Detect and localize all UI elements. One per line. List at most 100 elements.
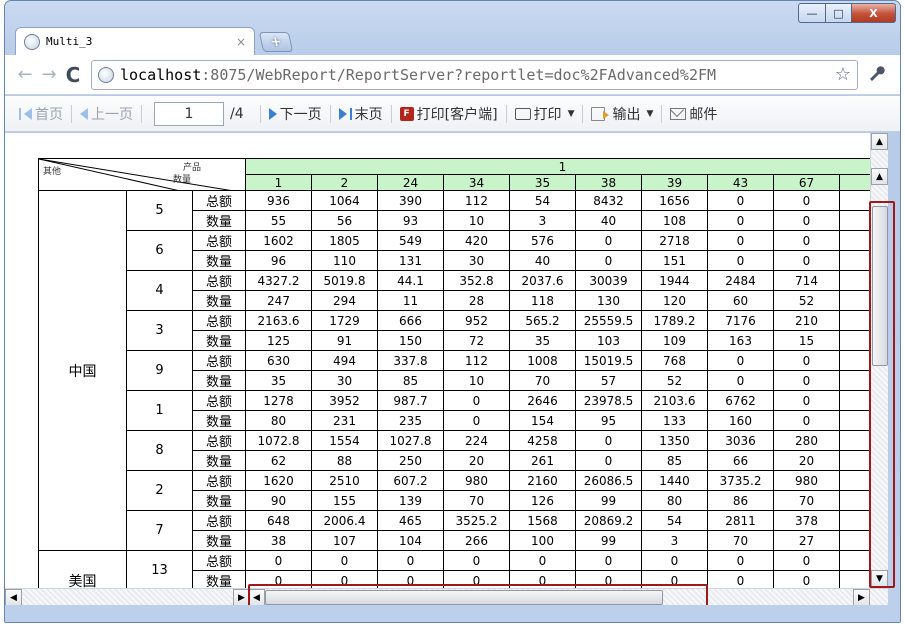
data-cell: 0 [575, 430, 642, 451]
data-cell: 0 [575, 450, 642, 471]
prev-page-button[interactable]: 上一页 [74, 104, 139, 124]
horizontal-scroll-thumb[interactable] [265, 590, 663, 605]
data-cell: 90 [245, 490, 312, 511]
data-cell: 15019.5 [575, 350, 642, 371]
data-cell: 714 [773, 270, 840, 291]
scroll-left-button-inner[interactable]: ◀ [248, 589, 265, 606]
table-row: 4 总额 4327.2 5019.8 44.1 352.8 2037.6 30039 1944 2… [39, 270, 880, 311]
data-cell: 56 [311, 210, 378, 231]
vertical-scrollbar[interactable]: ▲ ▲ ▼ [870, 133, 888, 588]
mail-button[interactable]: 邮件 [664, 104, 723, 124]
data-cell: 465 [377, 510, 444, 531]
sub-group-cell: 6 [126, 230, 193, 271]
scroll-up-button-2[interactable]: ▲ [871, 168, 888, 185]
data-cell: 3525.2 [443, 510, 510, 531]
data-cell: 3952 [311, 390, 378, 411]
data-cell: 91 [311, 330, 378, 351]
data-cell: 0 [707, 250, 774, 271]
data-cell: 0 [773, 410, 840, 431]
data-cell: 0 [509, 570, 576, 588]
data-cell: 6762 [707, 390, 774, 411]
data-cell: 35 [245, 370, 312, 391]
data-cell: 0 [773, 390, 840, 411]
column-header: 38 [575, 174, 642, 191]
minimize-button[interactable]: — [798, 3, 826, 23]
scroll-right-button[interactable]: ▶ [853, 589, 870, 606]
first-page-button[interactable]: 首页 [13, 104, 69, 124]
row-label-quantity: 数量 [192, 410, 246, 431]
data-cell: 35 [509, 330, 576, 351]
data-cell: 4327.2 [245, 270, 312, 291]
scroll-left-button[interactable]: ◀ [5, 589, 22, 606]
data-cell: 80 [641, 490, 708, 511]
close-icon[interactable]: × [236, 35, 246, 49]
data-cell: 0 [245, 550, 312, 571]
data-cell: 1789.2 [641, 310, 708, 331]
bookmark-star-icon[interactable]: ☆ [831, 64, 851, 85]
scroll-down-button[interactable]: ▼ [871, 570, 888, 587]
data-cell: 952 [443, 310, 510, 331]
data-cell: 768 [641, 350, 708, 371]
data-cell: 494 [311, 350, 378, 371]
data-cell: 420 [443, 230, 510, 251]
data-cell: 72 [443, 330, 510, 351]
scroll-up-button[interactable]: ▲ [871, 133, 888, 150]
new-tab-button[interactable]: + [258, 32, 294, 52]
horizontal-scrollbar[interactable]: ◀ ▶ ◀ ▶ [5, 588, 888, 606]
row-label-total: 总额 [192, 190, 246, 211]
data-cell: 70 [773, 490, 840, 511]
vertical-scroll-thumb[interactable] [872, 206, 888, 366]
table-row: 9 总额 630 494 337.8 112 1008 15019.5 768 0 0 [39, 350, 880, 391]
address-bar[interactable]: localhost:8075/WebReport/ReportServer?re… [91, 59, 858, 90]
data-cell: 0 [377, 570, 444, 588]
maximize-button[interactable]: □ [826, 3, 852, 23]
data-cell: 0 [773, 230, 840, 251]
forward-button[interactable]: → [37, 63, 61, 87]
back-button[interactable]: ← [13, 63, 37, 87]
data-cell: 163 [707, 330, 774, 351]
data-cell: 2718 [641, 230, 708, 251]
wrench-icon[interactable] [864, 63, 892, 87]
first-page-icon [19, 107, 21, 120]
chevron-down-icon: ▼ [567, 108, 575, 119]
data-cell: 112 [443, 190, 510, 211]
data-cell: 107 [311, 530, 378, 551]
page-number-input[interactable]: 1 [154, 101, 224, 126]
data-cell: 93 [377, 210, 444, 231]
data-cell: 80 [245, 410, 312, 431]
data-cell: 1440 [641, 470, 708, 491]
data-cell: 0 [641, 570, 708, 588]
data-cell: 30 [311, 370, 378, 391]
data-cell: 154 [509, 410, 576, 431]
print-client-button[interactable]: F 打印[客户端] [394, 104, 504, 124]
close-window-button[interactable]: X [852, 3, 896, 23]
data-cell: 1350 [641, 430, 708, 451]
data-cell: 1072.8 [245, 430, 312, 451]
url-path: :8075/WebReport/ReportServer?reportlet=d… [201, 65, 717, 84]
print-button[interactable]: 打印 ▼ [509, 104, 581, 124]
row-label-quantity: 数量 [192, 250, 246, 271]
data-cell: 1064 [311, 190, 378, 211]
data-cell: 155 [311, 490, 378, 511]
data-cell: 294 [311, 290, 378, 311]
next-page-button[interactable]: 下一页 [263, 104, 328, 124]
data-cell: 0 [707, 570, 774, 588]
data-cell: 28 [443, 290, 510, 311]
export-button[interactable]: 输出 ▼ [585, 104, 659, 124]
data-cell: 85 [641, 450, 708, 471]
data-cell: 60 [707, 290, 774, 311]
data-cell: 96 [245, 250, 312, 271]
next-page-icon [268, 107, 277, 120]
data-cell: 151 [641, 250, 708, 271]
header-other: 其他 [43, 167, 62, 177]
data-cell: 150 [377, 330, 444, 351]
last-page-button[interactable]: 末页 [333, 104, 389, 124]
table-row: 8总额1072.815541027.822442580135030362801 [39, 430, 880, 471]
reload-button[interactable]: C [61, 63, 85, 87]
globe-icon [98, 66, 114, 83]
sub-group-cell: 13 [126, 550, 193, 588]
tab-multi3[interactable]: Multi_3 × [15, 27, 255, 55]
data-cell: 3735.2 [707, 470, 774, 491]
data-cell: 1656 [641, 190, 708, 211]
data-cell: 126 [509, 490, 576, 511]
